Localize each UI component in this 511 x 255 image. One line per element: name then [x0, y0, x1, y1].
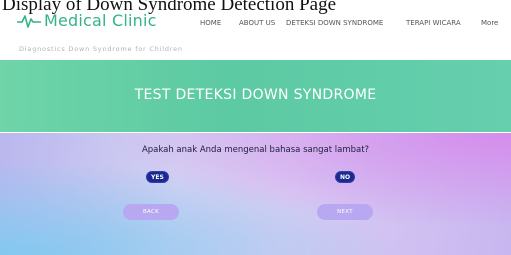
- site-header: Medical Clinic Diagnostics Down Syndrome…: [0, 0, 511, 60]
- nav-more[interactable]: More: [481, 19, 498, 27]
- nav-deteksi-down-syndrome[interactable]: DETEKSI DOWN SYNDROME: [286, 19, 383, 27]
- page-banner: TEST DETEKSI DOWN SYNDROME: [0, 60, 511, 132]
- nav-terapi-wicara[interactable]: TERAPI WICARA: [406, 19, 461, 27]
- site-tagline: Diagnostics Down Syndrome for Children: [19, 45, 183, 53]
- yes-button[interactable]: YES: [146, 171, 169, 183]
- back-button[interactable]: BACK: [123, 204, 179, 220]
- page-title: TEST DETEKSI DOWN SYNDROME: [134, 87, 377, 103]
- no-button[interactable]: NO: [335, 171, 356, 183]
- answer-no[interactable]: NO: [335, 171, 356, 183]
- quiz-panel: Apakah anak Anda mengenal bahasa sangat …: [0, 133, 511, 255]
- main-nav: HOME ABOUT US DETEKSI DOWN SYNDROME TERA…: [0, 19, 511, 31]
- quiz-question: Apakah anak Anda mengenal bahasa sangat …: [141, 145, 370, 155]
- nav-about-us[interactable]: ABOUT US: [239, 19, 275, 27]
- nav-home[interactable]: HOME: [200, 19, 221, 27]
- answer-yes[interactable]: YES: [146, 171, 169, 183]
- next-button[interactable]: NEXT: [317, 204, 373, 220]
